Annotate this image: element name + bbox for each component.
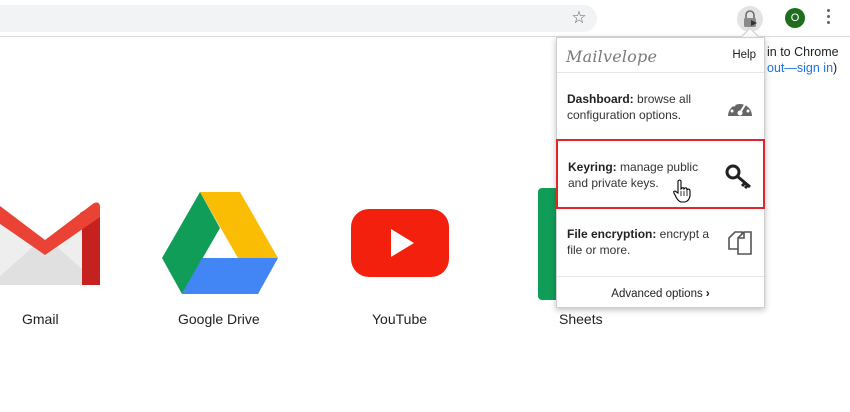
mailvelope-popup: Mailvelope Help Dashboard: browse all co…	[556, 37, 765, 308]
dashboard-option[interactable]: Dashboard: browse all configuration opti…	[557, 74, 764, 141]
signin-link[interactable]: sign in	[797, 61, 833, 75]
bookmark-star-icon[interactable]: ☆	[570, 9, 588, 27]
popup-header: Mailvelope Help	[557, 38, 764, 73]
browser-window: ☆ O in to Chrome out—sign in) Gmail Goog…	[0, 0, 850, 412]
dashboard-gauge-icon	[728, 100, 752, 116]
profile-avatar[interactable]: O	[785, 8, 805, 28]
app-label-google-drive[interactable]: Google Drive	[178, 311, 260, 327]
advanced-options-link[interactable]: Advanced options ›	[557, 278, 764, 308]
hand-cursor-icon	[673, 179, 691, 203]
advanced-options-label: Advanced options	[611, 288, 703, 300]
google-drive-icon[interactable]	[160, 190, 280, 296]
browser-toolbar: ☆ O	[0, 0, 850, 37]
signin-prefix-link[interactable]: out—	[767, 61, 797, 75]
file-encryption-option[interactable]: File encryption: encrypt a file or more.	[557, 209, 764, 277]
signin-prompt: in to Chrome out—sign in)	[767, 44, 839, 76]
chrome-menu-icon[interactable]	[822, 9, 834, 27]
address-bar[interactable]	[0, 5, 597, 32]
keyring-text: Keyring: manage public and private keys.	[568, 159, 718, 191]
app-label-gmail[interactable]: Gmail	[22, 311, 59, 327]
dashboard-title: Dashboard:	[567, 92, 634, 106]
app-label-sheets[interactable]: Sheets	[559, 311, 603, 327]
mailvelope-lock-icon	[744, 10, 757, 27]
mailvelope-logo: Mailvelope	[566, 47, 658, 66]
dashboard-text: Dashboard: browse all configuration opti…	[567, 91, 717, 123]
signin-suffix: )	[833, 61, 838, 75]
youtube-icon[interactable]	[351, 209, 449, 277]
keyring-option[interactable]: Keyring: manage public and private keys.	[556, 139, 765, 209]
gmail-icon[interactable]	[0, 195, 100, 290]
signin-line2: out—sign in)	[767, 60, 839, 76]
file-encryption-title: File encryption:	[567, 227, 657, 241]
app-label-youtube[interactable]: YouTube	[372, 311, 427, 327]
help-link[interactable]: Help	[732, 49, 756, 61]
chevron-right-icon: ›	[705, 286, 710, 300]
files-copy-icon	[728, 231, 752, 255]
signin-line1: in to Chrome	[767, 45, 839, 59]
file-encryption-text: File encryption: encrypt a file or more.	[567, 226, 717, 258]
key-icon	[725, 164, 751, 190]
keyring-title: Keyring:	[568, 160, 617, 174]
